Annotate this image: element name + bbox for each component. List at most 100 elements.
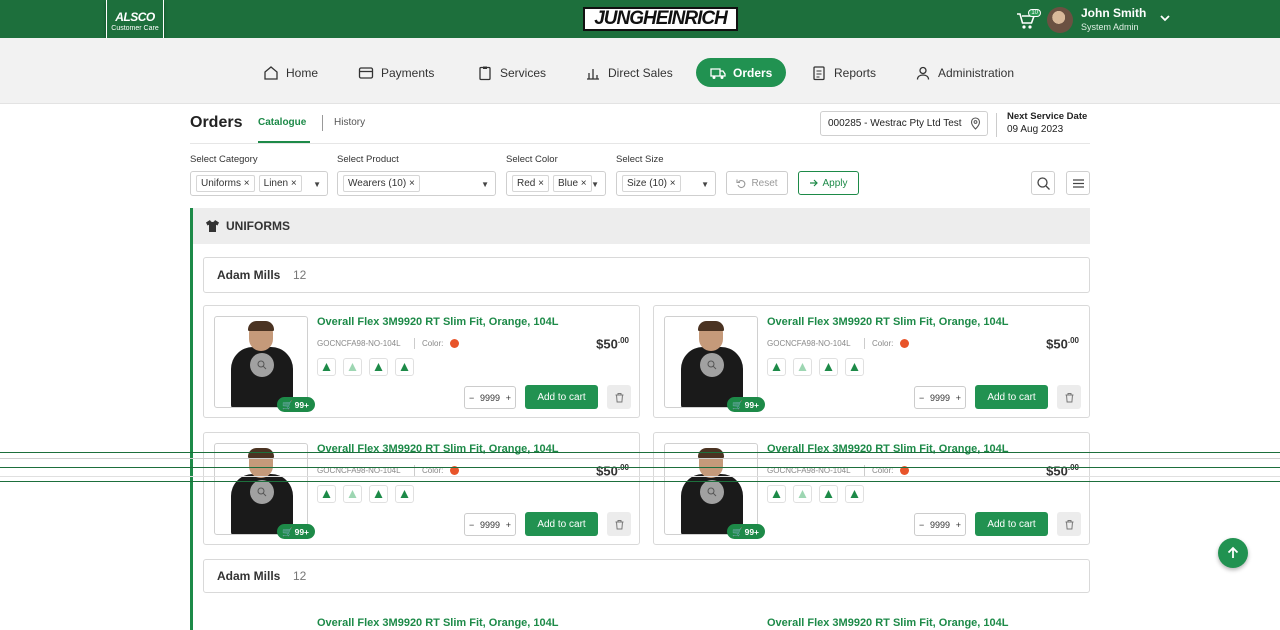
tab-history[interactable]: History <box>334 117 365 128</box>
minus-icon[interactable]: − <box>469 520 474 530</box>
tree-icon <box>767 358 786 376</box>
plus-icon[interactable]: + <box>506 393 511 403</box>
add-to-cart-button[interactable]: Add to cart <box>975 385 1048 409</box>
product-title[interactable]: Overall Flex 3M9920 RT Slim Fit, Orange,… <box>767 316 1008 328</box>
reset-icon <box>736 179 746 188</box>
nav-item-services[interactable]: Services <box>477 58 546 87</box>
product-title[interactable]: Overall Flex 3M9920 RT Slim Fit, Orange,… <box>317 443 558 455</box>
tree-icon <box>317 485 336 503</box>
delete-button[interactable] <box>607 512 631 536</box>
cart-icon: 🛒 <box>732 526 743 537</box>
quantity-stepper[interactable]: −9999 + <box>464 386 516 409</box>
minus-icon[interactable]: − <box>919 393 924 403</box>
product-title[interactable]: Overall Flex 3M9920 RT Slim Fit, Orange,… <box>317 617 558 629</box>
wearer-group-header[interactable]: Adam Mills 12 <box>203 559 1090 593</box>
sku-divider <box>414 338 415 349</box>
nav-item-direct-sales[interactable]: Direct Sales <box>585 58 673 87</box>
zoom-icon[interactable] <box>250 480 274 504</box>
quantity-stepper[interactable]: −9999 + <box>914 386 966 409</box>
size-filter-label: Select Size <box>616 154 664 165</box>
minus-icon[interactable]: − <box>469 393 474 403</box>
zoom-icon[interactable] <box>700 480 724 504</box>
add-to-cart-button[interactable]: Add to cart <box>525 512 598 536</box>
plus-icon[interactable]: + <box>956 520 961 530</box>
quantity-value[interactable]: 9999 <box>930 393 950 403</box>
scroll-to-top-button[interactable] <box>1218 538 1248 568</box>
stock-badge: 🛒 99+ <box>277 397 316 412</box>
tab-catalogue[interactable]: Catalogue <box>258 117 306 128</box>
render-artifact <box>0 481 1280 482</box>
boot-icon <box>369 485 388 503</box>
category-chip[interactable]: Uniforms × <box>196 175 255 192</box>
leaf-icon <box>793 358 812 376</box>
color-filter-select[interactable]: Red × Blue × ▼ <box>506 171 606 196</box>
product-title[interactable]: Overall Flex 3M9920 RT Slim Fit, Orange,… <box>767 617 1008 629</box>
cart-icon[interactable]: 10 <box>1016 9 1041 30</box>
product-chip[interactable]: Wearers (10) × <box>343 175 420 192</box>
wearer-item-count: 12 <box>293 569 307 583</box>
product-sku: GOCNCFA98-NO-104L <box>767 339 851 348</box>
user-name[interactable]: John Smith <box>1081 6 1146 20</box>
add-to-cart-button[interactable]: Add to cart <box>975 512 1048 536</box>
quantity-value[interactable]: 9999 <box>480 520 500 530</box>
nav-label: Reports <box>834 65 877 80</box>
product-title[interactable]: Overall Flex 3M9920 RT Slim Fit, Orange,… <box>767 443 1008 455</box>
color-chip[interactable]: Red × <box>512 175 549 192</box>
account-value: 000285 - Westrac Pty Ltd Test <box>828 118 962 129</box>
product-image[interactable] <box>214 316 308 408</box>
render-artifact <box>0 476 1280 477</box>
product-image[interactable] <box>664 443 758 535</box>
account-selector[interactable]: 000285 - Westrac Pty Ltd Test <box>820 111 988 136</box>
delete-button[interactable] <box>1057 385 1081 409</box>
nav-item-orders[interactable]: Orders <box>696 58 787 87</box>
delete-button[interactable] <box>607 385 631 409</box>
nav-label: Orders <box>733 65 773 80</box>
nav-item-payments[interactable]: Payments <box>358 58 434 87</box>
zoom-icon[interactable] <box>250 353 274 377</box>
product-title[interactable]: Overall Flex 3M9920 RT Slim Fit, Orange,… <box>317 316 558 328</box>
product-filter-label: Select Product <box>337 154 399 165</box>
tree-icon <box>395 358 414 376</box>
category-accent-border <box>190 545 193 630</box>
wearer-group-header[interactable]: Adam Mills 12 <box>203 257 1090 293</box>
product-price: $50.00 <box>596 336 629 352</box>
color-chip[interactable]: Blue × <box>552 175 592 192</box>
nav-item-administration[interactable]: Administration <box>915 58 1014 87</box>
apply-button[interactable]: Apply <box>798 171 859 195</box>
nav-item-home[interactable]: Home <box>263 58 318 87</box>
category-header[interactable] <box>193 208 1090 244</box>
quantity-stepper[interactable]: −9999 + <box>914 513 966 536</box>
product-card: 🛒 99+ Overall Flex 3M9920 RT Slim Fit, Or… <box>203 432 640 545</box>
trash-icon <box>1065 392 1073 402</box>
category-filter-select[interactable]: Uniforms × Linen × ▼ <box>190 171 328 196</box>
category-chip[interactable]: Linen × <box>258 175 302 192</box>
search-button[interactable] <box>1031 171 1055 195</box>
menu-button[interactable] <box>1066 171 1090 195</box>
arrow-up-icon <box>1227 546 1239 558</box>
quantity-stepper[interactable]: −9999 + <box>464 513 516 536</box>
zoom-icon[interactable] <box>700 353 724 377</box>
minus-icon[interactable]: − <box>919 520 924 530</box>
stock-badge: 🛒 99+ <box>727 397 766 412</box>
quantity-value[interactable]: 9999 <box>930 520 950 530</box>
logo-brand: ALSCO <box>115 10 155 24</box>
size-chip[interactable]: Size (10) × <box>622 175 681 192</box>
delete-button[interactable] <box>1057 512 1081 536</box>
plus-icon[interactable]: + <box>506 520 511 530</box>
caret-down-icon: ▼ <box>591 180 599 189</box>
product-filter-select[interactable]: Wearers (10) × ▼ <box>337 171 496 196</box>
add-to-cart-button[interactable]: Add to cart <box>525 385 598 409</box>
nav-label: Administration <box>938 65 1015 80</box>
plus-icon[interactable]: + <box>956 393 961 403</box>
avatar[interactable] <box>1047 7 1073 33</box>
size-filter-select[interactable]: Size (10) × ▼ <box>616 171 716 196</box>
next-service-date: 09 Aug 2023 <box>1007 124 1064 135</box>
reset-button[interactable]: Reset <box>726 171 788 195</box>
quantity-value[interactable]: 9999 <box>480 393 500 403</box>
nav-item-reports[interactable]: Reports <box>811 58 876 87</box>
clipboard-icon <box>479 66 491 80</box>
product-image[interactable] <box>664 316 758 408</box>
chevron-down-icon[interactable] <box>1158 11 1172 25</box>
product-image[interactable] <box>214 443 308 535</box>
product-card: 🛒 99+ Overall Flex 3M9920 RT Slim Fit, Or… <box>203 305 640 418</box>
